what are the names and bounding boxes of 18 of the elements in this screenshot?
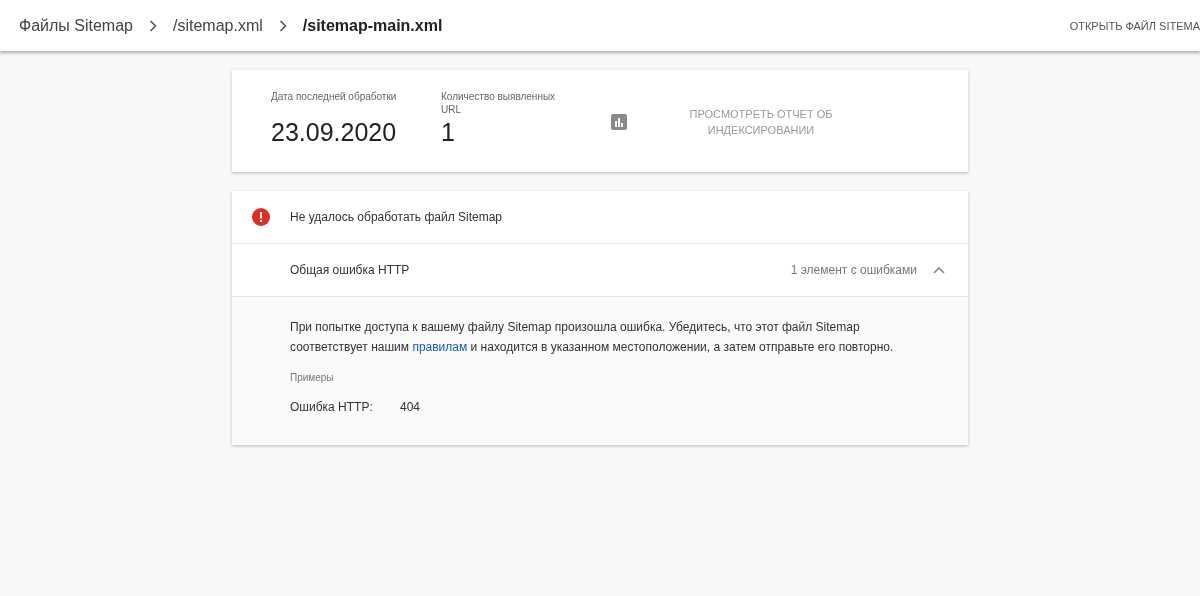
error-icon xyxy=(252,208,270,226)
breadcrumb-link[interactable]: Файлы Sitemap xyxy=(19,16,133,35)
issue-description: При попытке доступа к вашему файлу Sitemap произошла ошибка. Убедитесь, что этот файл Sitemap соответствует нашим правилам и находится в указанном местоположении, а затем отправьте его повторно. xyxy=(290,319,895,356)
stat-value: 23.09.2020 xyxy=(271,118,398,147)
status-message: Не удалось обработать файл Sitemap xyxy=(290,210,502,224)
breadcrumb-link[interactable]: /sitemap-main.xml xyxy=(302,16,443,35)
stat-label: Количество выявленных URL xyxy=(441,90,557,116)
stat-label: Дата последней обработки xyxy=(271,90,398,104)
chevron-right-icon xyxy=(278,19,287,32)
stat-value: 1 xyxy=(441,118,456,147)
example-key: Ошибка HTTP: xyxy=(290,400,400,414)
rules-link[interactable]: правилам xyxy=(412,340,468,354)
chevron-right-icon xyxy=(149,19,157,32)
example-value: 404 xyxy=(400,400,421,414)
breadcrumb-link[interactable]: /sitemap.xml xyxy=(173,16,263,35)
examples-label: Примеры xyxy=(290,372,335,383)
open-sitemap-button[interactable]: ОТКРЫТЬ ФАЙЛ SITEMA xyxy=(1069,19,1200,32)
bar-chart-icon xyxy=(611,114,627,130)
